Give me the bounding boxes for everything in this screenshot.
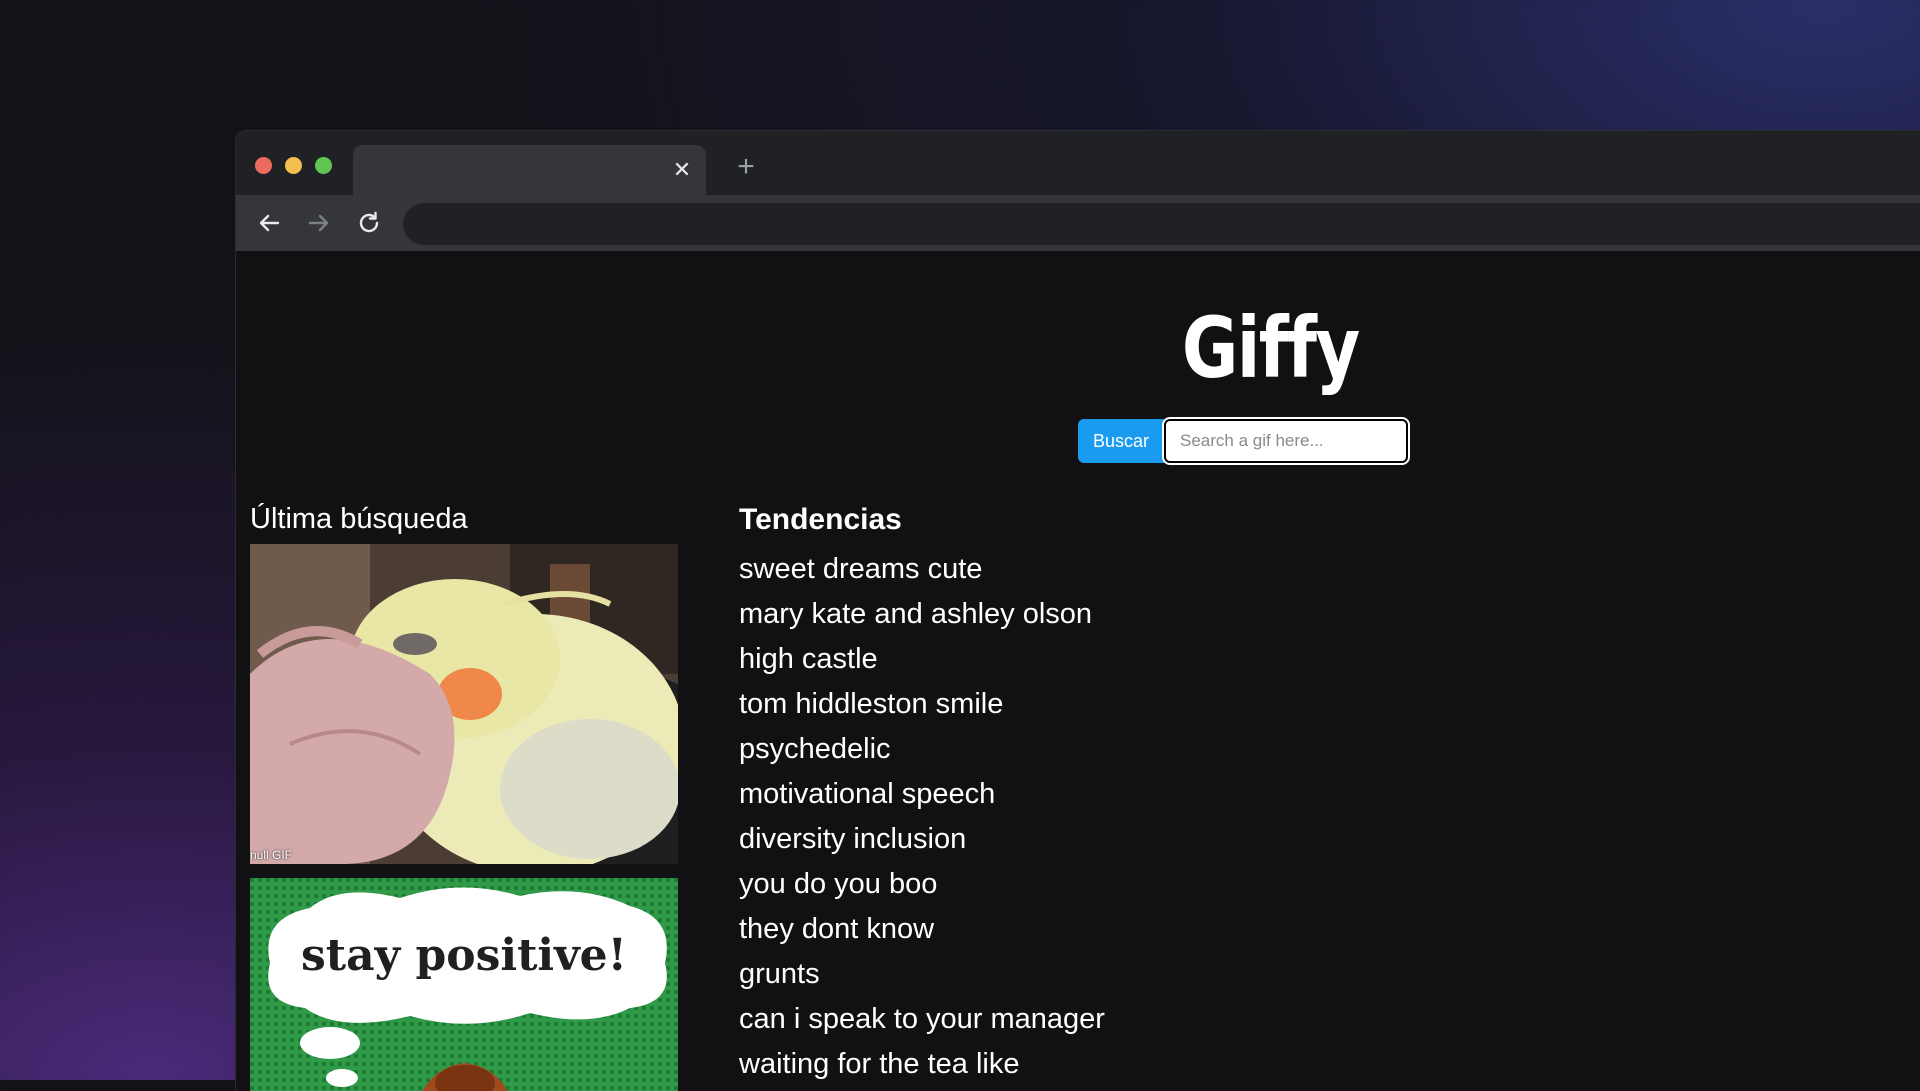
trending-item[interactable]: psychedelic [739,727,1105,772]
gif-caption: null GIF [250,848,293,862]
trending-item[interactable]: mary kate and ashley olson [739,592,1105,637]
reload-icon[interactable] [353,207,385,239]
trending-item[interactable]: diversity inclusion [739,817,1105,862]
trending-item[interactable]: grunts [739,952,1105,997]
minimize-window-button[interactable] [285,157,302,174]
last-search-heading: Última búsqueda [250,503,468,535]
stay-positive-image [250,878,678,1091]
close-window-button[interactable] [255,157,272,174]
back-arrow-icon[interactable] [253,207,285,239]
address-bar[interactable] [403,203,1920,245]
trending-item[interactable]: tom hiddleston smile [739,682,1105,727]
trending-item[interactable]: high castle [739,637,1105,682]
stay-positive-text: stay positive! [300,930,627,981]
gif-cockatiel[interactable]: null GIF [250,544,678,864]
maximize-window-button[interactable] [315,157,332,174]
tab-bar: ✕ + [236,131,1920,195]
trending-item[interactable]: sweet dreams cute [739,547,1105,592]
app-logo[interactable]: Giffy [1182,299,1360,397]
trending-item[interactable]: waiting for the tea like [739,1042,1105,1087]
trending-item[interactable]: can i speak to your manager [739,997,1105,1042]
trending-item[interactable]: you do you boo [739,862,1105,907]
gif-stay-positive[interactable]: stay positive! [250,878,678,1091]
trending-heading: Tendencias [739,503,902,536]
close-tab-icon[interactable]: ✕ [670,158,694,182]
search-input[interactable] [1162,417,1410,465]
search-button[interactable]: Buscar [1078,419,1164,463]
page-content: Giffy Buscar Última búsqueda [236,251,1920,1091]
browser-window: ✕ + Giffy Buscar Última búsqueda [236,131,1920,1091]
browser-tab[interactable]: ✕ [353,145,706,195]
trending-list: sweet dreams cute mary kate and ashley o… [739,547,1105,1087]
trending-item[interactable]: motivational speech [739,772,1105,817]
trending-item[interactable]: they dont know [739,907,1105,952]
forward-arrow-icon[interactable] [303,207,335,239]
new-tab-icon[interactable]: + [732,152,760,182]
browser-toolbar [236,195,1920,251]
cockatiel-image [250,544,678,864]
